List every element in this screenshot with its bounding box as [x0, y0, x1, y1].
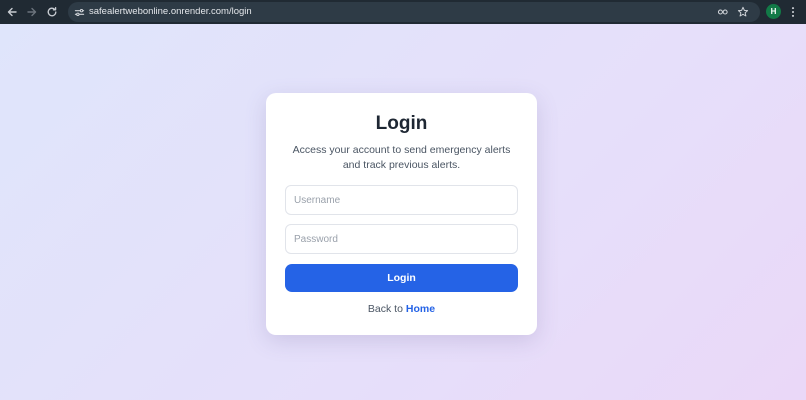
login-description: Access your account to send emergency al… [292, 144, 511, 171]
menu-dots-icon[interactable] [786, 4, 800, 20]
address-bar[interactable]: safealertwebonline.onrender.com/login [68, 2, 760, 22]
browser-toolbar: safealertwebonline.onrender.com/login H [0, 0, 806, 24]
back-prefix: Back to [367, 303, 403, 315]
home-link[interactable]: Home [406, 303, 435, 315]
page-background: Login Access your account to send emerge… [0, 24, 806, 400]
password-input[interactable] [285, 224, 518, 254]
profile-avatar[interactable]: H [766, 4, 781, 19]
page-title: Login [375, 113, 428, 134]
profile-initial: H [770, 7, 777, 16]
reload-icon[interactable] [44, 4, 60, 20]
url-text[interactable]: safealertwebonline.onrender.com/login [89, 6, 252, 18]
back-arrow-icon[interactable] [4, 4, 20, 20]
bookmark-star-icon[interactable] [736, 5, 750, 19]
site-settings-icon[interactable] [72, 5, 86, 19]
login-button[interactable]: Login [285, 264, 518, 292]
login-card: Login Access your account to send emerge… [266, 93, 537, 335]
username-input[interactable] [285, 185, 518, 215]
forward-arrow-icon[interactable] [24, 4, 40, 20]
password-key-icon[interactable] [716, 5, 730, 19]
back-to-home-row: Back to Home [266, 303, 537, 315]
